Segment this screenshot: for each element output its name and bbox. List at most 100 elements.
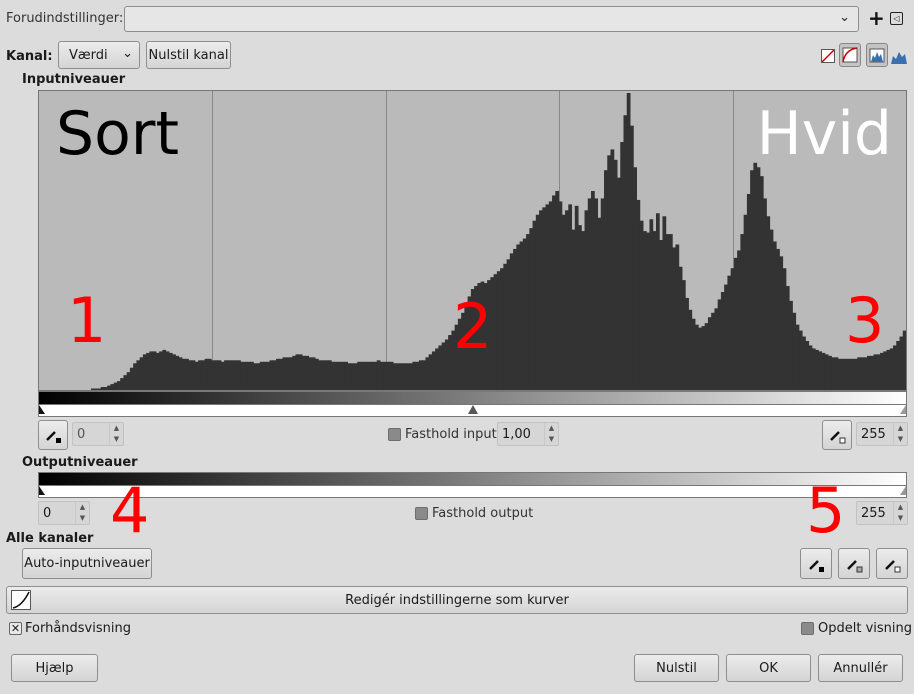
histogram-bar	[285, 357, 290, 390]
gamma-spin[interactable]: 1,00 ▲ ▼	[497, 422, 559, 446]
spin-down-icon[interactable]: ▼	[76, 513, 89, 524]
histogram-bar	[831, 357, 836, 390]
spin-down-icon[interactable]: ▼	[545, 434, 558, 445]
output-black-handle[interactable]	[39, 486, 45, 495]
input-black-handle[interactable]	[39, 405, 45, 414]
histogram-bar	[513, 248, 517, 390]
annotation-4: 4	[110, 474, 150, 547]
input-white-handle[interactable]	[900, 405, 906, 414]
spin-up-icon[interactable]: ▲	[110, 423, 123, 434]
histogram-bar	[766, 216, 771, 390]
edit-as-curves-label: Redigér indstillingerne som kurver	[345, 592, 569, 608]
histogram-bar	[759, 176, 764, 390]
help-button[interactable]: Hjælp	[11, 654, 98, 682]
input-low-value: 0	[77, 426, 86, 442]
input-gamma-handle[interactable]	[468, 405, 478, 414]
spin-up-icon[interactable]: ▲	[894, 423, 907, 434]
histogram-bar	[834, 357, 839, 390]
split-view-checkbox[interactable]	[801, 622, 814, 635]
reset-button[interactable]: Nulstil	[634, 654, 719, 682]
preview-checkbox[interactable]: ✕	[9, 622, 22, 635]
auto-white-picker-button[interactable]	[876, 548, 908, 579]
keep-input-checkbox[interactable]	[388, 428, 401, 441]
spin-down-icon[interactable]: ▼	[110, 434, 123, 445]
histogram-bar	[146, 352, 150, 390]
histogram-bar	[282, 357, 287, 390]
input-low-spin[interactable]: 0 ▲ ▼	[72, 422, 124, 446]
spin-up-icon[interactable]: ▲	[545, 423, 558, 434]
histogram-bar	[269, 360, 274, 390]
histogram-bar	[496, 271, 501, 390]
histogram-bar	[526, 234, 530, 390]
black-eyedropper-icon	[46, 431, 61, 443]
histogram-bar	[198, 360, 202, 390]
histogram-bar	[123, 375, 128, 390]
histogram-bar	[542, 207, 547, 390]
histogram-bar	[604, 170, 608, 390]
histogram-bar	[263, 361, 267, 390]
histogram-bar	[162, 349, 167, 390]
pick-black-point-button[interactable]	[38, 420, 68, 450]
histogram-bar	[409, 363, 413, 390]
output-slider-track[interactable]	[38, 486, 907, 498]
linear-scale-icon[interactable]	[821, 49, 835, 63]
histogram-linear-icon[interactable]	[866, 43, 888, 67]
add-preset-icon[interactable]: +	[868, 6, 885, 30]
histogram-bar	[506, 259, 511, 390]
histogram-bar	[899, 336, 904, 390]
histogram-bar	[571, 229, 576, 390]
histogram-bar	[578, 225, 582, 390]
output-low-spin[interactable]: 0 ▲ ▼	[38, 501, 90, 525]
histogram-bar	[886, 349, 891, 390]
input-gradient-bar[interactable]	[38, 391, 907, 405]
output-white-handle[interactable]	[900, 486, 906, 495]
edit-as-curves-button[interactable]: Redigér indstillingerne som kurver	[6, 586, 908, 614]
input-slider-track[interactable]	[38, 405, 907, 417]
histogram-bar	[763, 198, 767, 390]
spin-down-icon[interactable]: ▼	[894, 434, 907, 445]
input-high-spin[interactable]: 255 ▲ ▼	[856, 422, 908, 446]
histogram-bar	[798, 330, 803, 390]
histogram-bar	[94, 388, 98, 390]
auto-gray-picker-button[interactable]	[838, 548, 870, 579]
histogram-log-icon[interactable]	[890, 47, 908, 65]
histogram-bar	[353, 363, 358, 390]
histogram-bar	[581, 231, 586, 390]
histogram-bar	[259, 361, 264, 390]
output-gradient-bar[interactable]	[38, 472, 907, 486]
spin-up-icon[interactable]: ▲	[894, 502, 907, 513]
channel-select[interactable]: Værdi ⌄	[58, 41, 140, 69]
histogram-bar	[366, 361, 371, 390]
histogram-bar	[509, 253, 514, 390]
histogram-bar	[808, 345, 813, 390]
histogram-bar	[883, 351, 888, 390]
preview-label: Forhåndsvisning	[25, 621, 131, 636]
log-scale-icon[interactable]	[839, 43, 861, 67]
white-eyedropper-icon	[830, 431, 846, 444]
histogram-bar	[727, 275, 732, 390]
spin-up-icon[interactable]: ▲	[76, 502, 89, 513]
ok-button[interactable]: OK	[726, 654, 811, 682]
auto-black-picker-button[interactable]	[800, 548, 832, 579]
histogram-bar	[665, 234, 670, 390]
histogram-bar	[289, 357, 293, 390]
cancel-button[interactable]: Annullér	[818, 654, 903, 682]
pick-white-point-button[interactable]	[822, 420, 852, 450]
spin-down-icon[interactable]: ▼	[894, 513, 907, 524]
white-eyedropper-icon	[885, 559, 901, 572]
histogram-bar	[828, 355, 832, 390]
histogram-bar	[896, 341, 901, 390]
reset-channel-button[interactable]: Nulstil kanal	[146, 41, 231, 69]
annotation-5: 5	[806, 474, 846, 547]
histogram-bar	[668, 234, 673, 390]
all-channels-title: Alle kanaler	[6, 531, 94, 546]
output-high-spin[interactable]: 255 ▲ ▼	[856, 501, 908, 525]
presets-combo[interactable]: ⌄	[124, 6, 859, 32]
annotation-1: 1	[67, 284, 107, 357]
preset-menu-icon[interactable]: ◁	[890, 12, 903, 25]
auto-input-levels-button[interactable]: Auto-inputniveauer	[22, 548, 152, 579]
histogram-bar	[522, 238, 527, 390]
histogram-bar	[854, 358, 858, 390]
histogram-bar	[733, 257, 738, 390]
keep-output-checkbox[interactable]	[415, 507, 428, 520]
